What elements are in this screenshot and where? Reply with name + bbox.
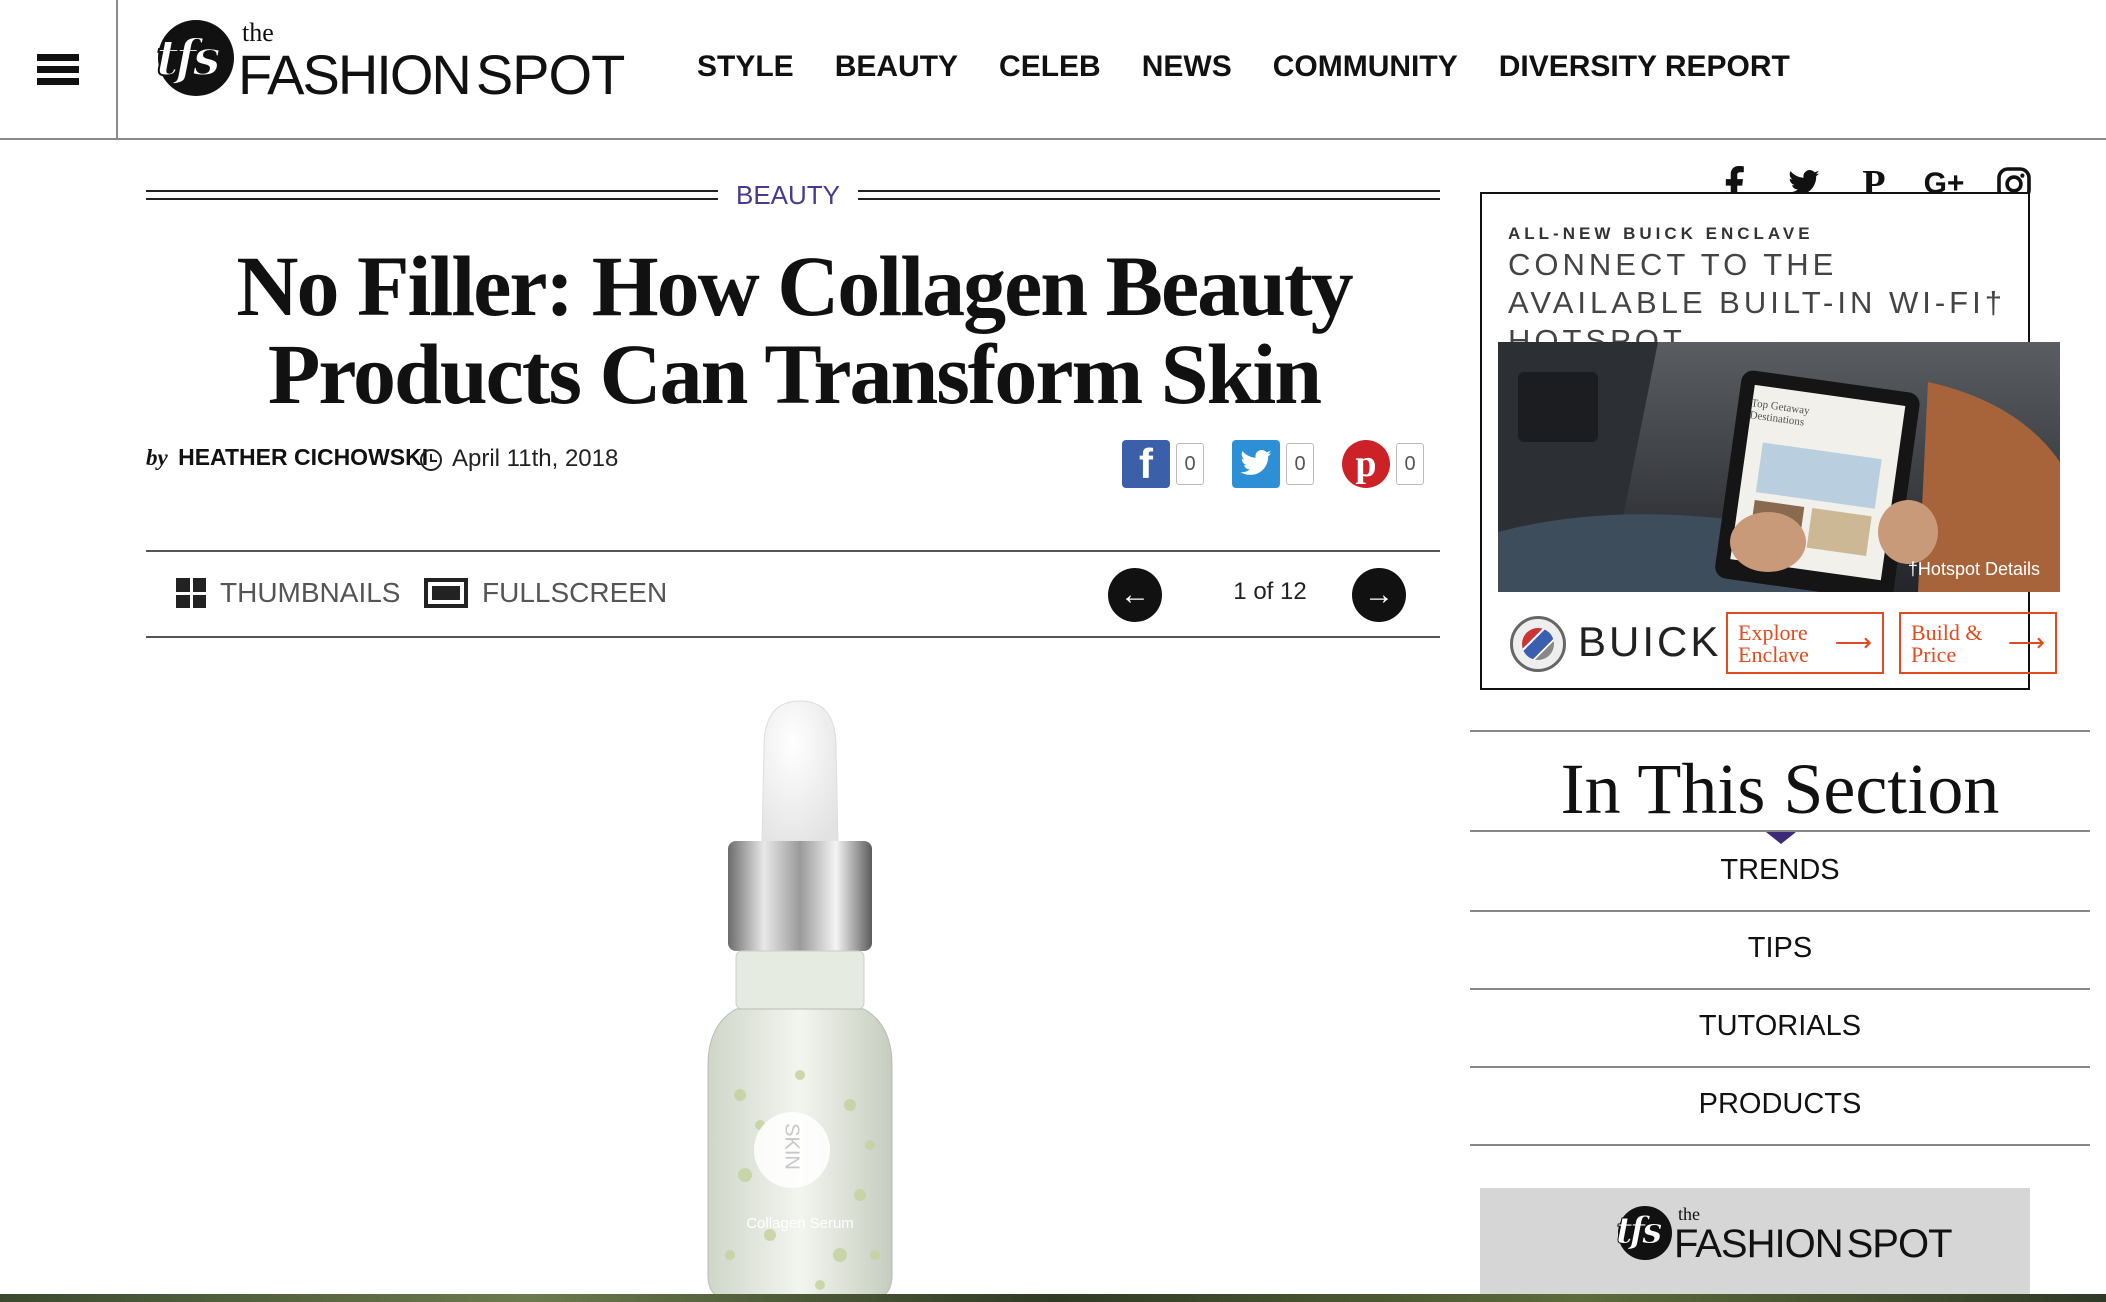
pinterest-share-count: 0 [1396,443,1424,485]
hamburger-menu-button[interactable] [0,0,118,138]
bottom-ad-strip [0,1294,2106,1302]
section-rule-left [146,190,718,200]
nav-diversity-report[interactable]: DIVERSITY REPORT [1499,50,1790,84]
section-rule-right [858,190,1440,200]
section-link-trends[interactable]: TRENDS [1470,854,2090,887]
arrow-right-icon: ⟶ [1834,628,1872,657]
publish-date: April 11th, 2018 [452,445,619,472]
twitter-icon [1232,440,1280,488]
arrow-right-icon: → [1364,578,1394,611]
arrow-left-icon: ← [1120,578,1150,611]
build-and-price-button[interactable]: Build & Price ⟶ [1899,612,2057,674]
clock-icon [420,449,442,471]
divider [1470,730,2090,732]
promo-banner[interactable]: tfs the FASHION SPOT [1480,1188,2030,1302]
slide-counter: 1 of 12 [1233,578,1307,605]
product-image-serum-bottle: SKIN Collagen Serum [700,695,900,1302]
ad-kicker: ALL-NEW BUICK ENCLAVE [1508,224,1814,243]
build-and-price-label: Build & Price [1911,620,1983,667]
caret-down-icon [1766,832,1796,844]
logo-wordmark: FASHION SPOT [238,42,625,107]
nav-community[interactable]: COMMUNITY [1273,50,1458,84]
section-label[interactable]: BEAUTY [718,180,858,211]
advertisement[interactable]: ALL-NEW BUICK ENCLAVE CONNECT TO THE AVA… [1480,192,2060,690]
explore-enclave-button[interactable]: Explore Enclave ⟶ [1726,612,1884,674]
promo-logo: tfs the FASHION SPOT [1615,1204,1976,1274]
twitter-share-button[interactable]: 0 [1232,440,1314,488]
nav-style[interactable]: STYLE [697,50,794,84]
in-this-section-heading: In This Section [1560,749,2000,829]
logo-word-spot: SPOT [475,43,625,106]
fullscreen-label: FULLSCREEN [482,577,668,608]
promo-word-fashion: FASHION [1674,1222,1844,1266]
pinterest-icon: p [1342,440,1390,488]
promo-word-spot: SPOT [1846,1222,1953,1266]
section-link-tips[interactable]: TIPS [1470,932,2090,965]
site-header: tfs the FASHION SPOT STYLE BEAUTY CELEB N… [0,0,2106,140]
previous-slide-button[interactable]: ← [1108,568,1162,622]
thumbnails-label: THUMBNAILS [220,577,401,608]
logo-word-fashion: FASHION [238,43,472,106]
nav-news[interactable]: NEWS [1142,50,1232,84]
section-link-products[interactable]: PRODUCTS [1470,1088,2090,1121]
divider [1470,988,2090,990]
ad-photo: Top Getaway Destinations †Hotspot Detail… [1498,342,2060,592]
nav-beauty[interactable]: BEAUTY [835,50,958,84]
divider [1470,1144,2090,1146]
promo-logo-mark: tfs [1615,1210,1662,1253]
product-label: Collagen Serum [746,1215,854,1232]
site-logo[interactable]: tfs the FASHION SPOT [154,18,625,106]
product-brand: SKIN [780,1123,803,1170]
next-slide-button[interactable]: → [1352,568,1406,622]
promo-logo-wordmark: FASHION SPOT [1674,1222,1952,1267]
thumbnails-button[interactable]: THUMBNAILS [176,577,400,609]
grid-icon [176,578,206,608]
divider [1470,910,2090,912]
facebook-share-button[interactable]: f 0 [1122,440,1204,488]
ad-brand-name: BUICK [1578,618,1722,665]
hamburger-icon [37,49,79,90]
pinterest-share-button[interactable]: p 0 [1342,440,1424,488]
byline: by HEATHER CICHOWSKI [146,444,428,471]
fullscreen-icon [424,578,468,608]
byline-by: by [146,445,168,470]
explore-enclave-label: Explore Enclave [1738,620,1809,667]
author-link[interactable]: HEATHER CICHOWSKI [178,444,428,470]
hotspot-details-link[interactable]: †Hotspot Details [1908,559,2040,580]
section-link-tutorials[interactable]: TUTORIALS [1470,1010,2090,1043]
buick-logo-icon [1510,616,1566,672]
twitter-share-count: 0 [1286,443,1314,485]
facebook-share-count: 0 [1176,443,1204,485]
gallery-toolbar: THUMBNAILS FULLSCREEN ← 1 of 12 → [146,550,1440,638]
divider [1470,1066,2090,1068]
fullscreen-button[interactable]: FULLSCREEN [424,577,667,609]
main-nav: STYLE BEAUTY CELEB NEWS COMMUNITY DIVERS… [697,50,1831,84]
arrow-right-icon: ⟶ [2007,628,2045,657]
article-title: No Filler: How Collagen Beauty Products … [236,238,1353,422]
facebook-icon: f [1122,440,1170,488]
nav-celeb[interactable]: CELEB [999,50,1101,84]
